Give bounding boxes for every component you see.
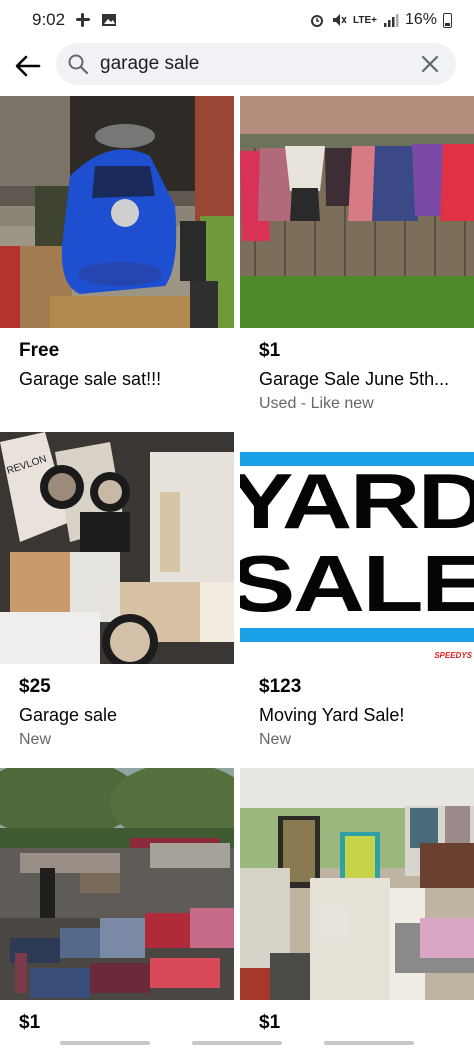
clock: 9:02 <box>32 10 66 29</box>
yard-sign-line1: YARD <box>240 457 474 545</box>
listing-card[interactable]: $1 <box>240 768 474 1053</box>
listing-card[interactable]: $1 Garage Sale June 5th... Used - Like n… <box>240 96 474 431</box>
search-bar[interactable] <box>56 43 456 85</box>
slack-icon <box>76 13 91 27</box>
search-icon <box>68 54 88 74</box>
listing-card[interactable]: REVLON $25 Garage sale New <box>0 432 234 767</box>
yard-sign-line2: SALE <box>240 539 474 628</box>
system-nav-bar <box>0 1035 474 1053</box>
listing-photo-yard-sale-sign[interactable]: YARD SALE SPEEDYS <box>240 432 474 664</box>
sign-brand: SPEEDYS <box>434 651 472 660</box>
clear-search-icon[interactable] <box>420 54 440 74</box>
listing-title: Garage Sale June 5th... <box>259 369 450 389</box>
listing-price: $123 <box>259 676 302 697</box>
nav-handle[interactable] <box>60 1041 150 1045</box>
search-input[interactable] <box>100 53 400 75</box>
search-header <box>0 40 474 92</box>
listing-price: Free <box>19 340 60 361</box>
listing-condition: New <box>19 731 52 748</box>
listing-card[interactable]: YARD SALE SPEEDYS $123 Moving Yard Sale!… <box>240 432 474 767</box>
listing-price: $25 <box>19 676 51 697</box>
listing-condition: Used - Like new <box>259 395 374 412</box>
listing-condition: New <box>259 731 292 748</box>
listing-photo-makeup[interactable]: REVLON <box>0 432 234 664</box>
listing-photo-pedal-car[interactable] <box>0 96 234 328</box>
listing-title: Moving Yard Sale! <box>259 705 405 725</box>
back-button[interactable] <box>0 40 56 92</box>
listing-title: Garage sale <box>19 705 118 725</box>
mute-icon <box>332 14 347 26</box>
gallery-icon <box>102 14 117 26</box>
status-bar: 9:02 LTE+ 16% <box>0 0 474 40</box>
battery-icon <box>443 12 452 28</box>
listing-card[interactable]: $1 <box>0 768 234 1053</box>
listing-photo-outdoor-sale[interactable] <box>0 768 234 1000</box>
listing-card[interactable]: Free Garage sale sat!!! <box>0 96 234 431</box>
nav-handle[interactable] <box>324 1041 414 1045</box>
alarm-icon <box>310 15 323 27</box>
battery-level: 16% <box>404 11 437 28</box>
listing-title: Garage sale sat!!! <box>19 369 162 389</box>
network-type: LTE+ <box>352 14 377 26</box>
listing-photo-clothes-fence[interactable] <box>240 96 474 328</box>
nav-handle[interactable] <box>192 1041 282 1045</box>
listing-price: $1 <box>19 1012 41 1033</box>
listing-price: $1 <box>259 1012 281 1033</box>
back-arrow-icon <box>15 55 41 77</box>
listing-price: $1 <box>259 340 281 361</box>
listing-photo-furniture-room[interactable] <box>240 768 474 1000</box>
signal-icon <box>383 14 399 27</box>
